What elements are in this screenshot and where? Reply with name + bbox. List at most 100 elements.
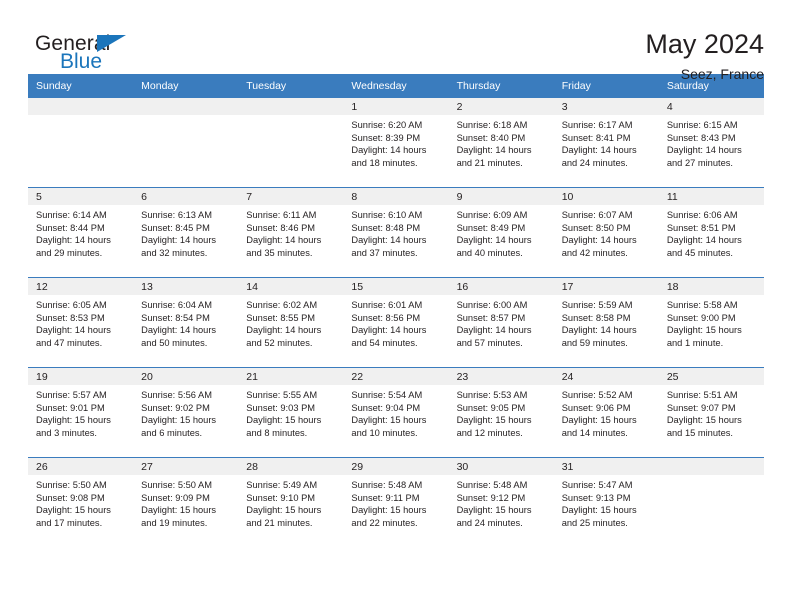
day-number: 6 — [133, 188, 239, 205]
daylight-text-line2: and 8 minutes. — [246, 427, 308, 438]
calendar-day-cell[interactable]: 9 Sunrise: 6:09 AM Sunset: 8:49 PM Daylight… — [448, 187, 554, 278]
daylight-text-line2: and 18 minutes. — [351, 157, 418, 168]
sunrise-text: Sunrise: 5:55 AM — [246, 390, 318, 400]
day-details: Sunrise: 6:13 AM Sunset: 8:45 PM Daylight:… — [133, 205, 238, 259]
title-block: May 2024 Seez, France — [645, 28, 764, 83]
calendar-day-cell[interactable]: 15 Sunrise: 6:01 AM Sunset: 8:56 PM Dayligh… — [343, 277, 449, 368]
sunset-text: Sunset: 9:09 PM — [141, 492, 210, 503]
sunrise-text: Sunrise: 5:56 AM — [141, 390, 212, 400]
daylight-text-line2: and 45 minutes. — [666, 247, 733, 258]
calendar-day-cell[interactable]: 4 Sunrise: 6:15 AM Sunset: 8:43 PM Daylight… — [658, 98, 764, 188]
sunset-text: Sunset: 8:55 PM — [246, 312, 316, 323]
daylight-text-line2: and 1 minute. — [666, 337, 724, 348]
sunset-text: Sunset: 9:07 PM — [666, 402, 736, 413]
day-number — [133, 98, 239, 115]
daylight-text-line1: Daylight: 14 hours — [561, 235, 637, 246]
calendar-day-cell[interactable]: 16 Sunrise: 6:00 AM Sunset: 8:57 PM Dayligh… — [448, 277, 554, 368]
sunrise-text: Sunrise: 6:04 AM — [141, 300, 212, 310]
sunset-text: Sunset: 8:56 PM — [351, 312, 421, 323]
calendar-day-cell[interactable]: 11 Sunrise: 6:06 AM Sunset: 8:51 PM Dayligh… — [658, 187, 764, 278]
day-number: 30 — [448, 458, 554, 475]
day-number: 28 — [238, 458, 344, 475]
sunset-text: Sunset: 9:08 PM — [36, 492, 105, 503]
weekday-header-wednesday: Wednesday — [343, 74, 449, 98]
day-number: 5 — [28, 188, 134, 205]
daylight-text-line1: Daylight: 15 hours — [456, 415, 532, 426]
calendar-day-cell[interactable]: 29 Sunrise: 5:48 AM Sunset: 9:11 PM Dayligh… — [343, 457, 449, 547]
daylight-text-line1: Daylight: 15 hours — [456, 505, 532, 516]
calendar-day-cell[interactable]: 31 Sunrise: 5:47 AM Sunset: 9:13 PM Dayligh… — [553, 457, 659, 547]
day-details: Sunrise: 5:50 AM Sunset: 9:08 PM Daylight:… — [28, 475, 133, 529]
sunrise-text: Sunrise: 5:49 AM — [246, 480, 318, 490]
day-number: 26 — [28, 458, 134, 475]
day-number: 27 — [133, 458, 239, 475]
calendar-day-cell[interactable]: 18 Sunrise: 5:58 AM Sunset: 9:00 PM Dayligh… — [658, 277, 764, 368]
day-details: Sunrise: 5:53 AM Sunset: 9:05 PM Daylight:… — [449, 385, 554, 439]
daylight-text-line1: Daylight: 15 hours — [666, 415, 742, 426]
day-details: Sunrise: 6:01 AM Sunset: 8:56 PM Daylight:… — [343, 295, 448, 349]
general-blue-logo[interactable]: General Blue — [28, 28, 148, 74]
calendar-day-cell[interactable]: 1 Sunrise: 6:20 AM Sunset: 8:39 PM Daylight… — [343, 98, 449, 188]
calendar-day-cell[interactable]: 23 Sunrise: 5:53 AM Sunset: 9:05 PM Dayligh… — [448, 367, 554, 458]
day-details: Sunrise: 6:14 AM Sunset: 8:44 PM Daylight:… — [28, 205, 133, 259]
daylight-text-line2: and 32 minutes. — [141, 247, 208, 258]
sunrise-text: Sunrise: 5:47 AM — [561, 480, 633, 490]
calendar-day-cell[interactable]: 12 Sunrise: 6:05 AM Sunset: 8:53 PM Dayligh… — [28, 277, 134, 368]
calendar-cell-empty — [658, 457, 764, 547]
sunrise-text: Sunrise: 6:02 AM — [246, 300, 318, 310]
weekday-header-thursday: Thursday — [448, 74, 554, 98]
calendar-table: Sunday Monday Tuesday Wednesday Thursday Frid… — [28, 74, 764, 547]
calendar-day-cell[interactable]: 27 Sunrise: 5:50 AM Sunset: 9:09 PM Dayligh… — [133, 457, 239, 547]
calendar-day-cell[interactable]: 25 Sunrise: 5:51 AM Sunset: 9:07 PM Dayligh… — [658, 367, 764, 458]
day-number: 1 — [343, 98, 449, 115]
calendar-day-cell[interactable]: 10 Sunrise: 6:07 AM Sunset: 8:50 PM Dayligh… — [553, 187, 659, 278]
calendar-day-cell[interactable]: 24 Sunrise: 5:52 AM Sunset: 9:06 PM Dayligh… — [553, 367, 659, 458]
calendar-day-cell[interactable]: 5 Sunrise: 6:14 AM Sunset: 8:44 PM Daylight… — [28, 187, 134, 278]
sunrise-text: Sunrise: 6:15 AM — [666, 120, 738, 130]
day-number: 12 — [28, 278, 134, 295]
calendar-week-row: 19 Sunrise: 5:57 AM Sunset: 9:01 PM Dayligh… — [28, 367, 764, 458]
day-number: 19 — [28, 368, 134, 385]
daylight-text-line1: Daylight: 14 hours — [561, 145, 637, 156]
daylight-text-line2: and 40 minutes. — [456, 247, 523, 258]
calendar-day-cell[interactable]: 2 Sunrise: 6:18 AM Sunset: 8:40 PM Daylight… — [448, 98, 554, 188]
day-number: 25 — [658, 368, 764, 385]
calendar-day-cell[interactable]: 17 Sunrise: 5:59 AM Sunset: 8:58 PM Dayligh… — [553, 277, 659, 368]
sunset-text: Sunset: 8:46 PM — [246, 222, 316, 233]
calendar-day-cell[interactable]: 30 Sunrise: 5:48 AM Sunset: 9:12 PM Dayligh… — [448, 457, 554, 547]
sunset-text: Sunset: 8:54 PM — [141, 312, 210, 323]
calendar-day-cell[interactable]: 26 Sunrise: 5:50 AM Sunset: 9:08 PM Dayligh… — [28, 457, 134, 547]
calendar-day-cell[interactable]: 14 Sunrise: 6:02 AM Sunset: 8:55 PM Dayligh… — [238, 277, 344, 368]
sunset-text: Sunset: 8:57 PM — [456, 312, 526, 323]
calendar-day-cell[interactable]: 21 Sunrise: 5:55 AM Sunset: 9:03 PM Dayligh… — [238, 367, 344, 458]
daylight-text-line1: Daylight: 14 hours — [561, 325, 637, 336]
sunrise-text: Sunrise: 6:01 AM — [351, 300, 423, 310]
daylight-text-line1: Daylight: 14 hours — [456, 325, 532, 336]
daylight-text-line1: Daylight: 15 hours — [351, 505, 427, 516]
daylight-text-line2: and 19 minutes. — [141, 517, 208, 528]
sunset-text: Sunset: 8:48 PM — [351, 222, 421, 233]
sunrise-text: Sunrise: 6:05 AM — [36, 300, 107, 310]
day-number: 16 — [448, 278, 554, 295]
calendar-day-cell[interactable]: 13 Sunrise: 6:04 AM Sunset: 8:54 PM Dayligh… — [133, 277, 239, 368]
sunrise-text: Sunrise: 6:11 AM — [246, 210, 317, 220]
day-number: 17 — [553, 278, 659, 295]
sunset-text: Sunset: 8:45 PM — [141, 222, 210, 233]
day-number: 10 — [553, 188, 659, 205]
calendar-day-cell[interactable]: 22 Sunrise: 5:54 AM Sunset: 9:04 PM Dayligh… — [343, 367, 449, 458]
calendar-day-cell[interactable]: 6 Sunrise: 6:13 AM Sunset: 8:45 PM Daylight… — [133, 187, 239, 278]
daylight-text-line2: and 17 minutes. — [36, 517, 103, 528]
sunset-text: Sunset: 8:40 PM — [456, 132, 526, 143]
calendar-day-cell[interactable]: 7 Sunrise: 6:11 AM Sunset: 8:46 PM Daylight… — [238, 187, 344, 278]
calendar-day-cell[interactable]: 28 Sunrise: 5:49 AM Sunset: 9:10 PM Dayligh… — [238, 457, 344, 547]
daylight-text-line1: Daylight: 14 hours — [666, 145, 742, 156]
sunset-text: Sunset: 9:13 PM — [561, 492, 631, 503]
day-details: Sunrise: 6:11 AM Sunset: 8:46 PM Daylight:… — [238, 205, 343, 259]
calendar-day-cell[interactable]: 3 Sunrise: 6:17 AM Sunset: 8:41 PM Daylight… — [553, 98, 659, 188]
calendar-day-cell[interactable]: 8 Sunrise: 6:10 AM Sunset: 8:48 PM Daylight… — [343, 187, 449, 278]
calendar-day-cell[interactable]: 20 Sunrise: 5:56 AM Sunset: 9:02 PM Dayligh… — [133, 367, 239, 458]
daylight-text-line2: and 52 minutes. — [246, 337, 313, 348]
day-details: Sunrise: 6:04 AM Sunset: 8:54 PM Daylight:… — [133, 295, 238, 349]
calendar-day-cell[interactable]: 19 Sunrise: 5:57 AM Sunset: 9:01 PM Dayligh… — [28, 367, 134, 458]
daylight-text-line2: and 25 minutes. — [561, 517, 628, 528]
